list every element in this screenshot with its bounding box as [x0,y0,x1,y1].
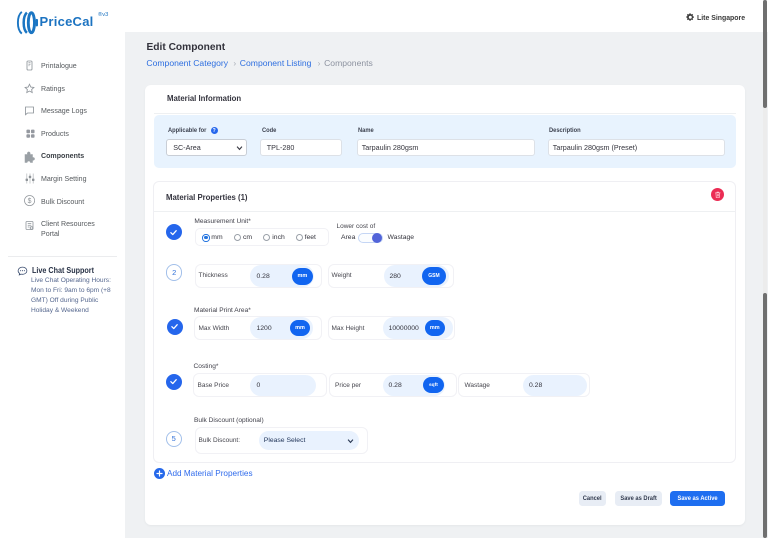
svg-text:$: $ [28,198,32,205]
